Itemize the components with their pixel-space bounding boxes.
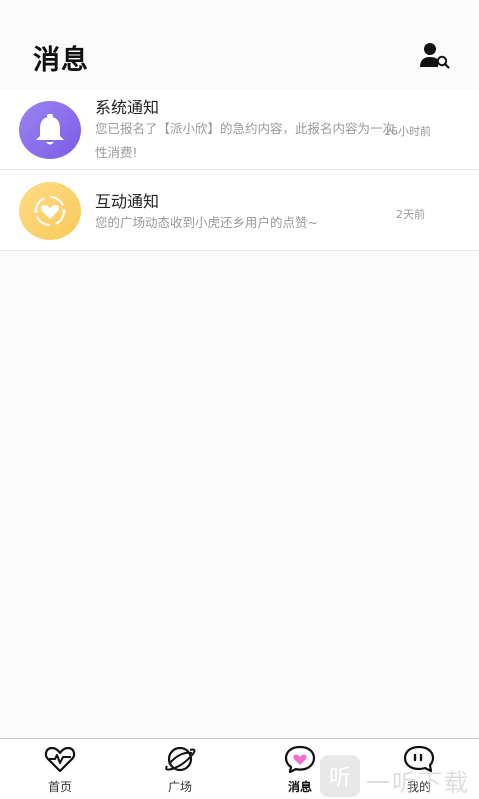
chat-heart-icon — [284, 745, 316, 774]
list-item-interaction-notice[interactable]: 互动通知 您的广场动态收到小虎还乡用户的点赞~ 2天前 — [0, 171, 479, 251]
page-title: 消息 — [33, 45, 89, 76]
message-title: 互动通知 — [95, 192, 160, 211]
user-search-icon[interactable] — [418, 40, 452, 70]
tab-home[interactable]: 首页 — [20, 739, 100, 799]
message-time: 16小时前 — [384, 125, 431, 138]
list-item-system-notice[interactable]: 系统通知 您已报名了【派小欣】的急约内容，此报名内容为一次性消费! 16小时前 — [0, 90, 479, 170]
watermark: 听 一听下载 — [320, 755, 479, 799]
watermark-text: 一听下载 — [366, 769, 470, 797]
message-time: 2天前 — [396, 208, 425, 221]
tab-label: 首页 — [47, 780, 72, 794]
tab-label: 广场 — [167, 780, 192, 794]
message-preview: 您的广场动态收到小虎还乡用户的点赞~ — [95, 215, 318, 230]
header: 消息 — [0, 0, 479, 90]
tab-square[interactable]: 广场 — [140, 739, 220, 799]
heart-avatar — [19, 182, 81, 240]
watermark-glyph: 听 — [329, 766, 351, 791]
planet-icon — [164, 745, 196, 773]
messages-page: 消息 系统通知 您已报名了【派小欣】的急约内容，此报名内容为一次性消费! 16小… — [0, 0, 479, 799]
heart-icon — [34, 196, 66, 226]
heartbeat-icon — [44, 745, 76, 773]
message-preview: 您已报名了【派小欣】的急约内容，此报名内容为一次性消费! — [95, 121, 396, 160]
watermark-logo: 听 — [320, 755, 360, 797]
bell-avatar — [19, 101, 81, 159]
bell-icon — [36, 114, 64, 145]
message-title: 系统通知 — [95, 98, 160, 117]
